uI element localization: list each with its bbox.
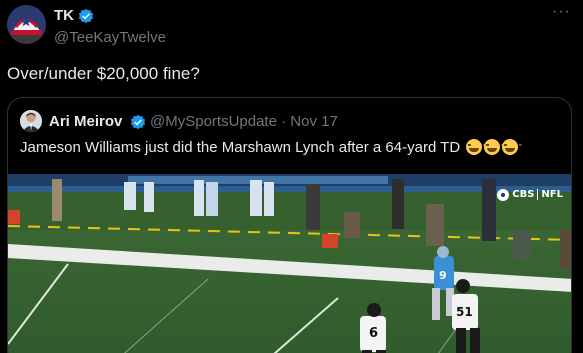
verified-badge-icon [78, 8, 94, 24]
tweet-text: Over/under $20,000 fine? [7, 64, 200, 83]
avatar-hat-icon [7, 5, 46, 44]
handle[interactable]: @TeeKayTwelve [54, 29, 166, 46]
quoted-date[interactable]: Nov 17 [290, 113, 338, 130]
more-options-icon[interactable]: ··· [552, 3, 571, 21]
tears-of-joy-emoji-icon [484, 139, 505, 155]
quoted-meta: @MySportsUpdate · Nov 17 [150, 113, 338, 130]
jersey-number-9: 9 [439, 269, 447, 282]
logo-divider [537, 189, 539, 200]
quoted-avatar[interactable] [20, 110, 42, 132]
tears-of-joy-emoji-icon [466, 139, 487, 155]
quoted-text: Jameson Williams just did the Marshawn L… [20, 139, 523, 156]
quoted-text-body: Jameson Williams just did the Marshawn L… [20, 139, 461, 156]
football-field-scene: 9 6 51 [8, 174, 571, 353]
tears-of-joy-emoji-icon [502, 139, 523, 155]
quoted-avatar-portrait-icon [20, 110, 42, 132]
display-name[interactable]: TK [54, 7, 74, 24]
cbs-nfl-logo: CBS NFL [497, 188, 563, 201]
league-logo-text: NFL [541, 189, 563, 200]
cbs-eye-icon [497, 188, 510, 201]
quoted-display-name[interactable]: Ari Meirov [49, 113, 122, 130]
video-media[interactable]: 9 6 51 CBS NFL [8, 174, 571, 353]
quoted-verified-badge-icon [130, 114, 146, 130]
avatar[interactable] [7, 5, 46, 44]
jersey-number-6: 6 [369, 326, 378, 341]
network-logo-text: CBS [512, 189, 535, 200]
jersey-number-51: 51 [456, 305, 473, 319]
meta-separator: · [281, 113, 287, 130]
quoted-handle[interactable]: @MySportsUpdate [150, 113, 277, 130]
quoted-tweet[interactable]: Ari Meirov @MySportsUpdate · Nov 17 Jame… [7, 97, 572, 353]
